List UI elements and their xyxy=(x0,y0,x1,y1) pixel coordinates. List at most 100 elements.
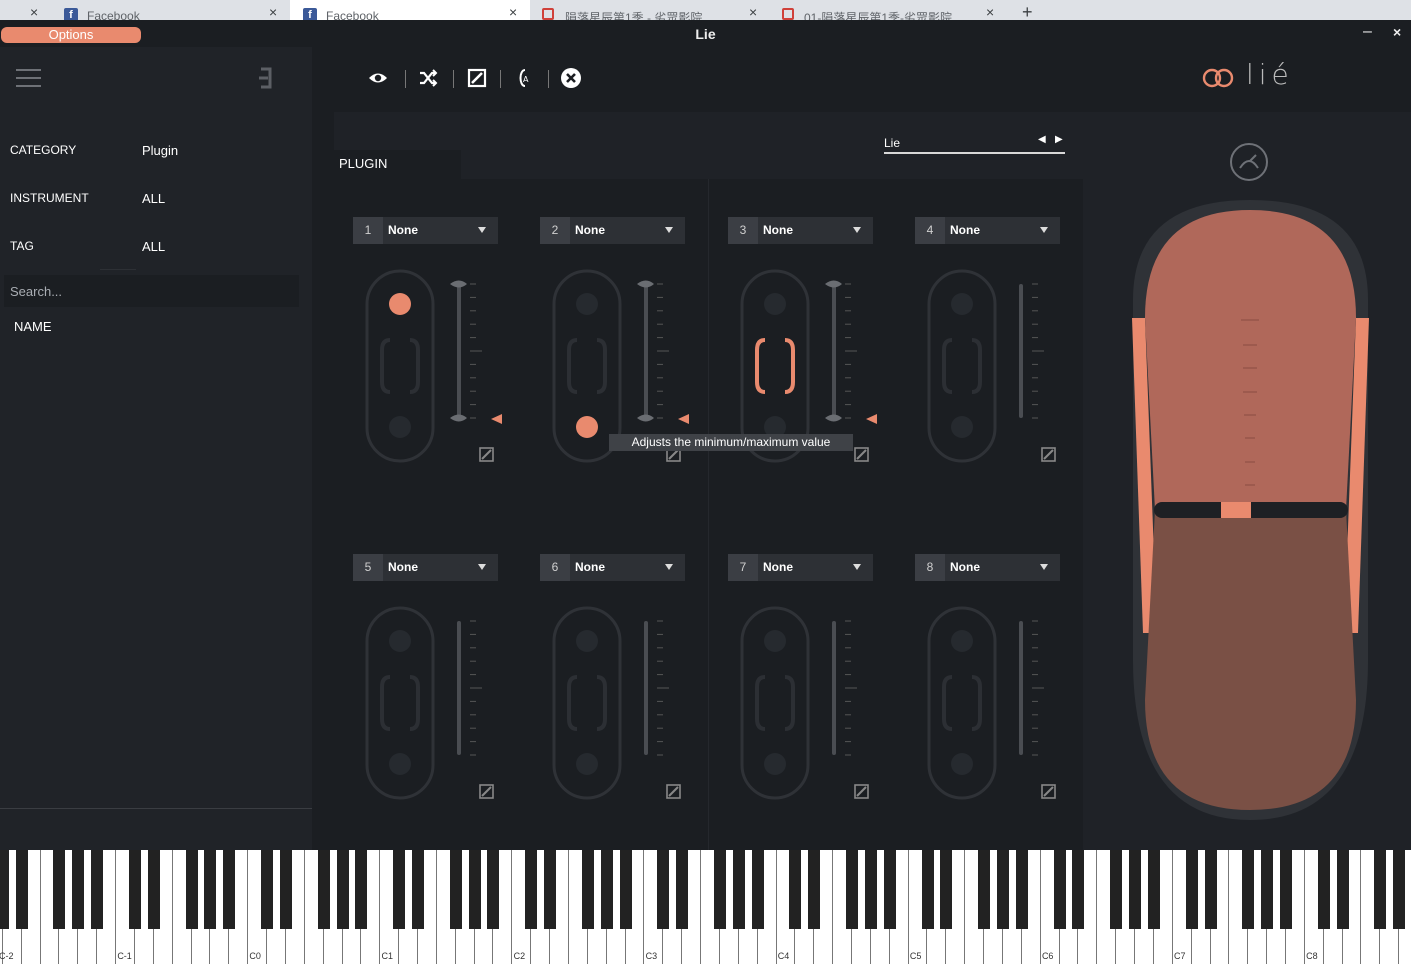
edit-icon[interactable] xyxy=(666,783,682,799)
reset-icon[interactable] xyxy=(1230,143,1268,181)
black-key[interactable] xyxy=(1053,850,1066,929)
black-key[interactable] xyxy=(883,850,896,929)
edit-icon[interactable] xyxy=(1041,446,1057,462)
black-key[interactable] xyxy=(808,850,821,929)
black-key[interactable] xyxy=(1110,850,1123,929)
slot-target-dropdown[interactable]: None xyxy=(570,554,685,581)
black-key[interactable] xyxy=(128,850,141,929)
black-key[interactable] xyxy=(72,850,85,929)
black-key[interactable] xyxy=(1147,850,1160,929)
black-key[interactable] xyxy=(846,850,859,929)
black-key[interactable] xyxy=(713,850,726,929)
eye-icon[interactable] xyxy=(367,67,389,89)
black-key[interactable] xyxy=(261,850,274,929)
midi-learn-icon[interactable]: A xyxy=(512,67,534,89)
slot-target-dropdown[interactable]: None xyxy=(758,554,873,581)
black-key[interactable] xyxy=(91,850,104,929)
browser-tab-video-2[interactable]: 01-隕落星辰第1季-劣眾影院 × xyxy=(770,0,1010,20)
previous-preset-icon[interactable]: ◀ xyxy=(1038,134,1046,145)
edit-icon[interactable] xyxy=(854,783,870,799)
edit-icon[interactable] xyxy=(854,446,870,462)
shuffle-icon[interactable] xyxy=(417,67,439,89)
black-key[interactable] xyxy=(0,850,9,929)
range-fader[interactable] xyxy=(448,614,470,764)
hamburger-menu-icon[interactable] xyxy=(16,69,41,87)
tab-close-icon[interactable]: × xyxy=(269,4,277,20)
black-key[interactable] xyxy=(789,850,802,929)
tab-plugin[interactable]: PLUGIN xyxy=(334,150,461,179)
search-input[interactable] xyxy=(4,275,299,307)
tab-close-icon[interactable]: × xyxy=(749,4,757,20)
range-fader[interactable] xyxy=(1010,277,1032,427)
edit-icon[interactable] xyxy=(466,67,488,89)
black-key[interactable] xyxy=(544,850,557,929)
name-column-header[interactable]: NAME xyxy=(14,319,52,334)
slot-target-dropdown[interactable]: None xyxy=(383,554,498,581)
preset-name[interactable]: Lie xyxy=(884,136,900,150)
black-key[interactable] xyxy=(15,850,28,929)
black-key[interactable] xyxy=(1204,850,1217,929)
black-key[interactable] xyxy=(393,850,406,929)
black-key[interactable] xyxy=(751,850,764,929)
tab-close-icon[interactable]: × xyxy=(509,4,517,20)
minimize-icon[interactable]: – xyxy=(1363,23,1372,41)
black-key[interactable] xyxy=(317,850,330,929)
black-key[interactable] xyxy=(921,850,934,929)
black-key[interactable] xyxy=(1129,850,1142,929)
slot-target-dropdown[interactable]: None xyxy=(383,217,498,244)
instrument-value[interactable]: ALL xyxy=(142,191,165,206)
close-window-icon[interactable]: × xyxy=(1393,24,1401,40)
browser-tab-facebook-1[interactable]: f Facebook × xyxy=(50,0,290,20)
options-button[interactable]: Options xyxy=(1,27,141,43)
black-key[interactable] xyxy=(355,850,368,929)
black-key[interactable] xyxy=(223,850,236,929)
tab-close-icon[interactable]: × xyxy=(986,4,994,20)
black-key[interactable] xyxy=(468,850,481,929)
black-key[interactable] xyxy=(1336,850,1349,929)
black-key[interactable] xyxy=(1280,850,1293,929)
range-fader[interactable] xyxy=(635,277,657,427)
joystick-controller[interactable] xyxy=(1128,140,1373,830)
black-key[interactable] xyxy=(525,850,538,929)
black-key[interactable] xyxy=(1185,850,1198,929)
splitter[interactable] xyxy=(312,47,334,850)
black-key[interactable] xyxy=(600,850,613,929)
black-key[interactable] xyxy=(1393,850,1406,929)
black-key[interactable] xyxy=(1242,850,1255,929)
black-key[interactable] xyxy=(53,850,66,929)
browser-tab-partial[interactable]: × xyxy=(0,0,50,20)
black-key[interactable] xyxy=(1015,850,1028,929)
black-key[interactable] xyxy=(487,850,500,929)
black-key[interactable] xyxy=(940,850,953,929)
slot-target-dropdown[interactable]: None xyxy=(570,217,685,244)
browser-tab-facebook-2[interactable]: f Facebook × xyxy=(290,0,530,20)
black-key[interactable] xyxy=(336,850,349,929)
slot-target-dropdown[interactable]: None xyxy=(945,217,1060,244)
black-key[interactable] xyxy=(185,850,198,929)
black-key[interactable] xyxy=(978,850,991,929)
piano-keyboard[interactable]: C-2 C-1 C0 C1 C2 C3 C4 C5 C6 C7 C8 xyxy=(0,850,1411,964)
tab-close-icon[interactable]: × xyxy=(30,4,38,20)
edit-icon[interactable] xyxy=(479,783,495,799)
edit-icon[interactable] xyxy=(479,446,495,462)
edit-icon[interactable] xyxy=(1041,783,1057,799)
black-key[interactable] xyxy=(1261,850,1274,929)
category-value[interactable]: Plugin xyxy=(142,143,178,158)
tag-value[interactable]: ALL xyxy=(142,239,165,254)
black-key[interactable] xyxy=(1317,850,1330,929)
next-preset-icon[interactable]: ▶ xyxy=(1055,134,1063,145)
black-key[interactable] xyxy=(732,850,745,929)
black-key[interactable] xyxy=(147,850,160,929)
close-circle-icon[interactable] xyxy=(560,67,582,89)
black-key[interactable] xyxy=(204,850,217,929)
black-key[interactable] xyxy=(1374,850,1387,929)
black-key[interactable] xyxy=(657,850,670,929)
slot-target-dropdown[interactable]: None xyxy=(945,554,1060,581)
black-key[interactable] xyxy=(412,850,424,929)
black-key[interactable] xyxy=(864,850,877,929)
collapse-sidebar-icon[interactable] xyxy=(258,67,274,89)
range-fader[interactable] xyxy=(448,277,470,427)
black-key[interactable] xyxy=(619,850,632,929)
range-fader[interactable] xyxy=(635,614,657,764)
black-key[interactable] xyxy=(676,850,689,929)
